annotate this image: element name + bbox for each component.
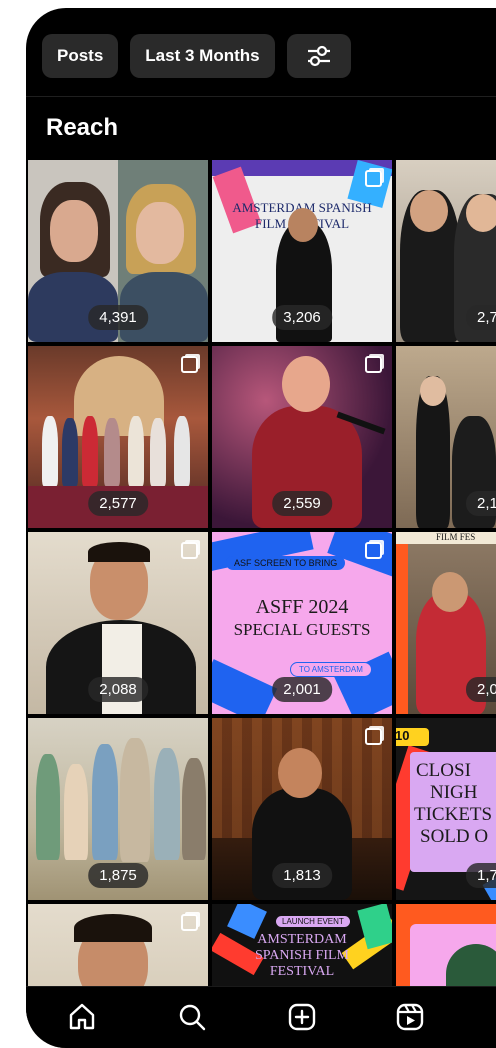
post-tile[interactable]: 2,75 [396,160,496,342]
poster-subtitle: SPECIAL GUESTS [233,620,371,639]
carousel-icon [365,356,382,373]
post-tile[interactable]: FILM FES 2,00 [396,532,496,714]
post-tile[interactable]: 2,17 [396,346,496,528]
poster-tag: LAUNCH EVENT [276,916,350,927]
filter-bar: Posts Last 3 Months [42,34,351,78]
post-tile[interactable]: 2,577 [28,346,208,528]
tenth-anniversary-badge: 10 [396,728,429,746]
sliders-icon [307,45,330,67]
post-tile[interactable]: 2,088 [28,532,208,714]
poster-subtitle: TICKETS [414,804,493,825]
reach-count: 2,001 [272,677,332,702]
carousel-icon [365,728,382,745]
reach-count: 2,577 [88,491,148,516]
section-title: Reach [46,114,119,141]
reach-count: 1,77 [466,863,496,888]
reach-count: 2,088 [88,677,148,702]
home-button[interactable] [66,1001,98,1033]
carousel-icon [365,170,382,187]
reach-count: 2,00 [466,677,496,702]
post-tile[interactable]: 1,813 [212,718,392,900]
poster-title: AMSTERDAM [257,932,347,947]
carousel-icon [181,356,198,373]
search-button[interactable] [176,1001,208,1033]
poster-title: ASFF 2024 [255,596,349,618]
poster-subtitle: SPANISH FILM [254,948,349,963]
poster-title: CLOSI [416,760,471,781]
post-tile[interactable]: 2,559 [212,346,392,528]
header-divider [26,96,496,97]
reach-count: 1,813 [272,863,332,888]
post-tile[interactable]: 4,391 [28,160,208,342]
filter-settings-button[interactable] [286,34,351,78]
poster-subtitle: NIGH [430,782,478,803]
phone-screen: Posts Last 3 Months Reach 4,391 AMSTERDA… [26,8,496,1048]
date-range-chip[interactable]: Last 3 Months [130,34,275,78]
poster-sticker: TO AMSTERDAM [290,662,372,677]
bottom-navigation [26,986,496,1048]
create-icon [288,1003,316,1031]
reach-count: 2,75 [466,305,496,330]
reach-count: 4,391 [88,305,148,330]
reels-button[interactable] [394,1001,426,1033]
reach-count: 3,206 [272,305,332,330]
carousel-icon [181,914,198,931]
create-button[interactable] [286,1001,318,1033]
poster-subtitle: FESTIVAL [269,964,335,979]
post-tile[interactable]: ASF SCREEN TO BRING ASFF 2024 SPECIAL GU… [212,532,392,714]
poster-strip: ASF SCREEN TO BRING [226,556,346,570]
reels-icon [396,1003,424,1031]
carousel-icon [181,542,198,559]
posts-grid: 4,391 AMSTERDAM SPANISH FILM FESTIVAL 3,… [28,160,496,1048]
reach-count: 2,17 [466,491,496,516]
post-tile[interactable]: 1,875 [28,718,208,900]
poster-strip: FILM FES [396,532,496,544]
poster-subtitle: SOLD O [420,826,489,847]
post-tile[interactable]: 10 CLOSI NIGH TICKETS SOLD O 1,77 [396,718,496,900]
posts-filter-chip[interactable]: Posts [42,34,119,78]
carousel-icon [365,542,382,559]
reach-count: 2,559 [272,491,332,516]
reach-count: 1,875 [88,863,148,888]
search-icon [179,1004,206,1031]
post-tile[interactable]: AMSTERDAM SPANISH FILM FESTIVAL 3,206 [212,160,392,342]
home-icon [69,1003,95,1030]
